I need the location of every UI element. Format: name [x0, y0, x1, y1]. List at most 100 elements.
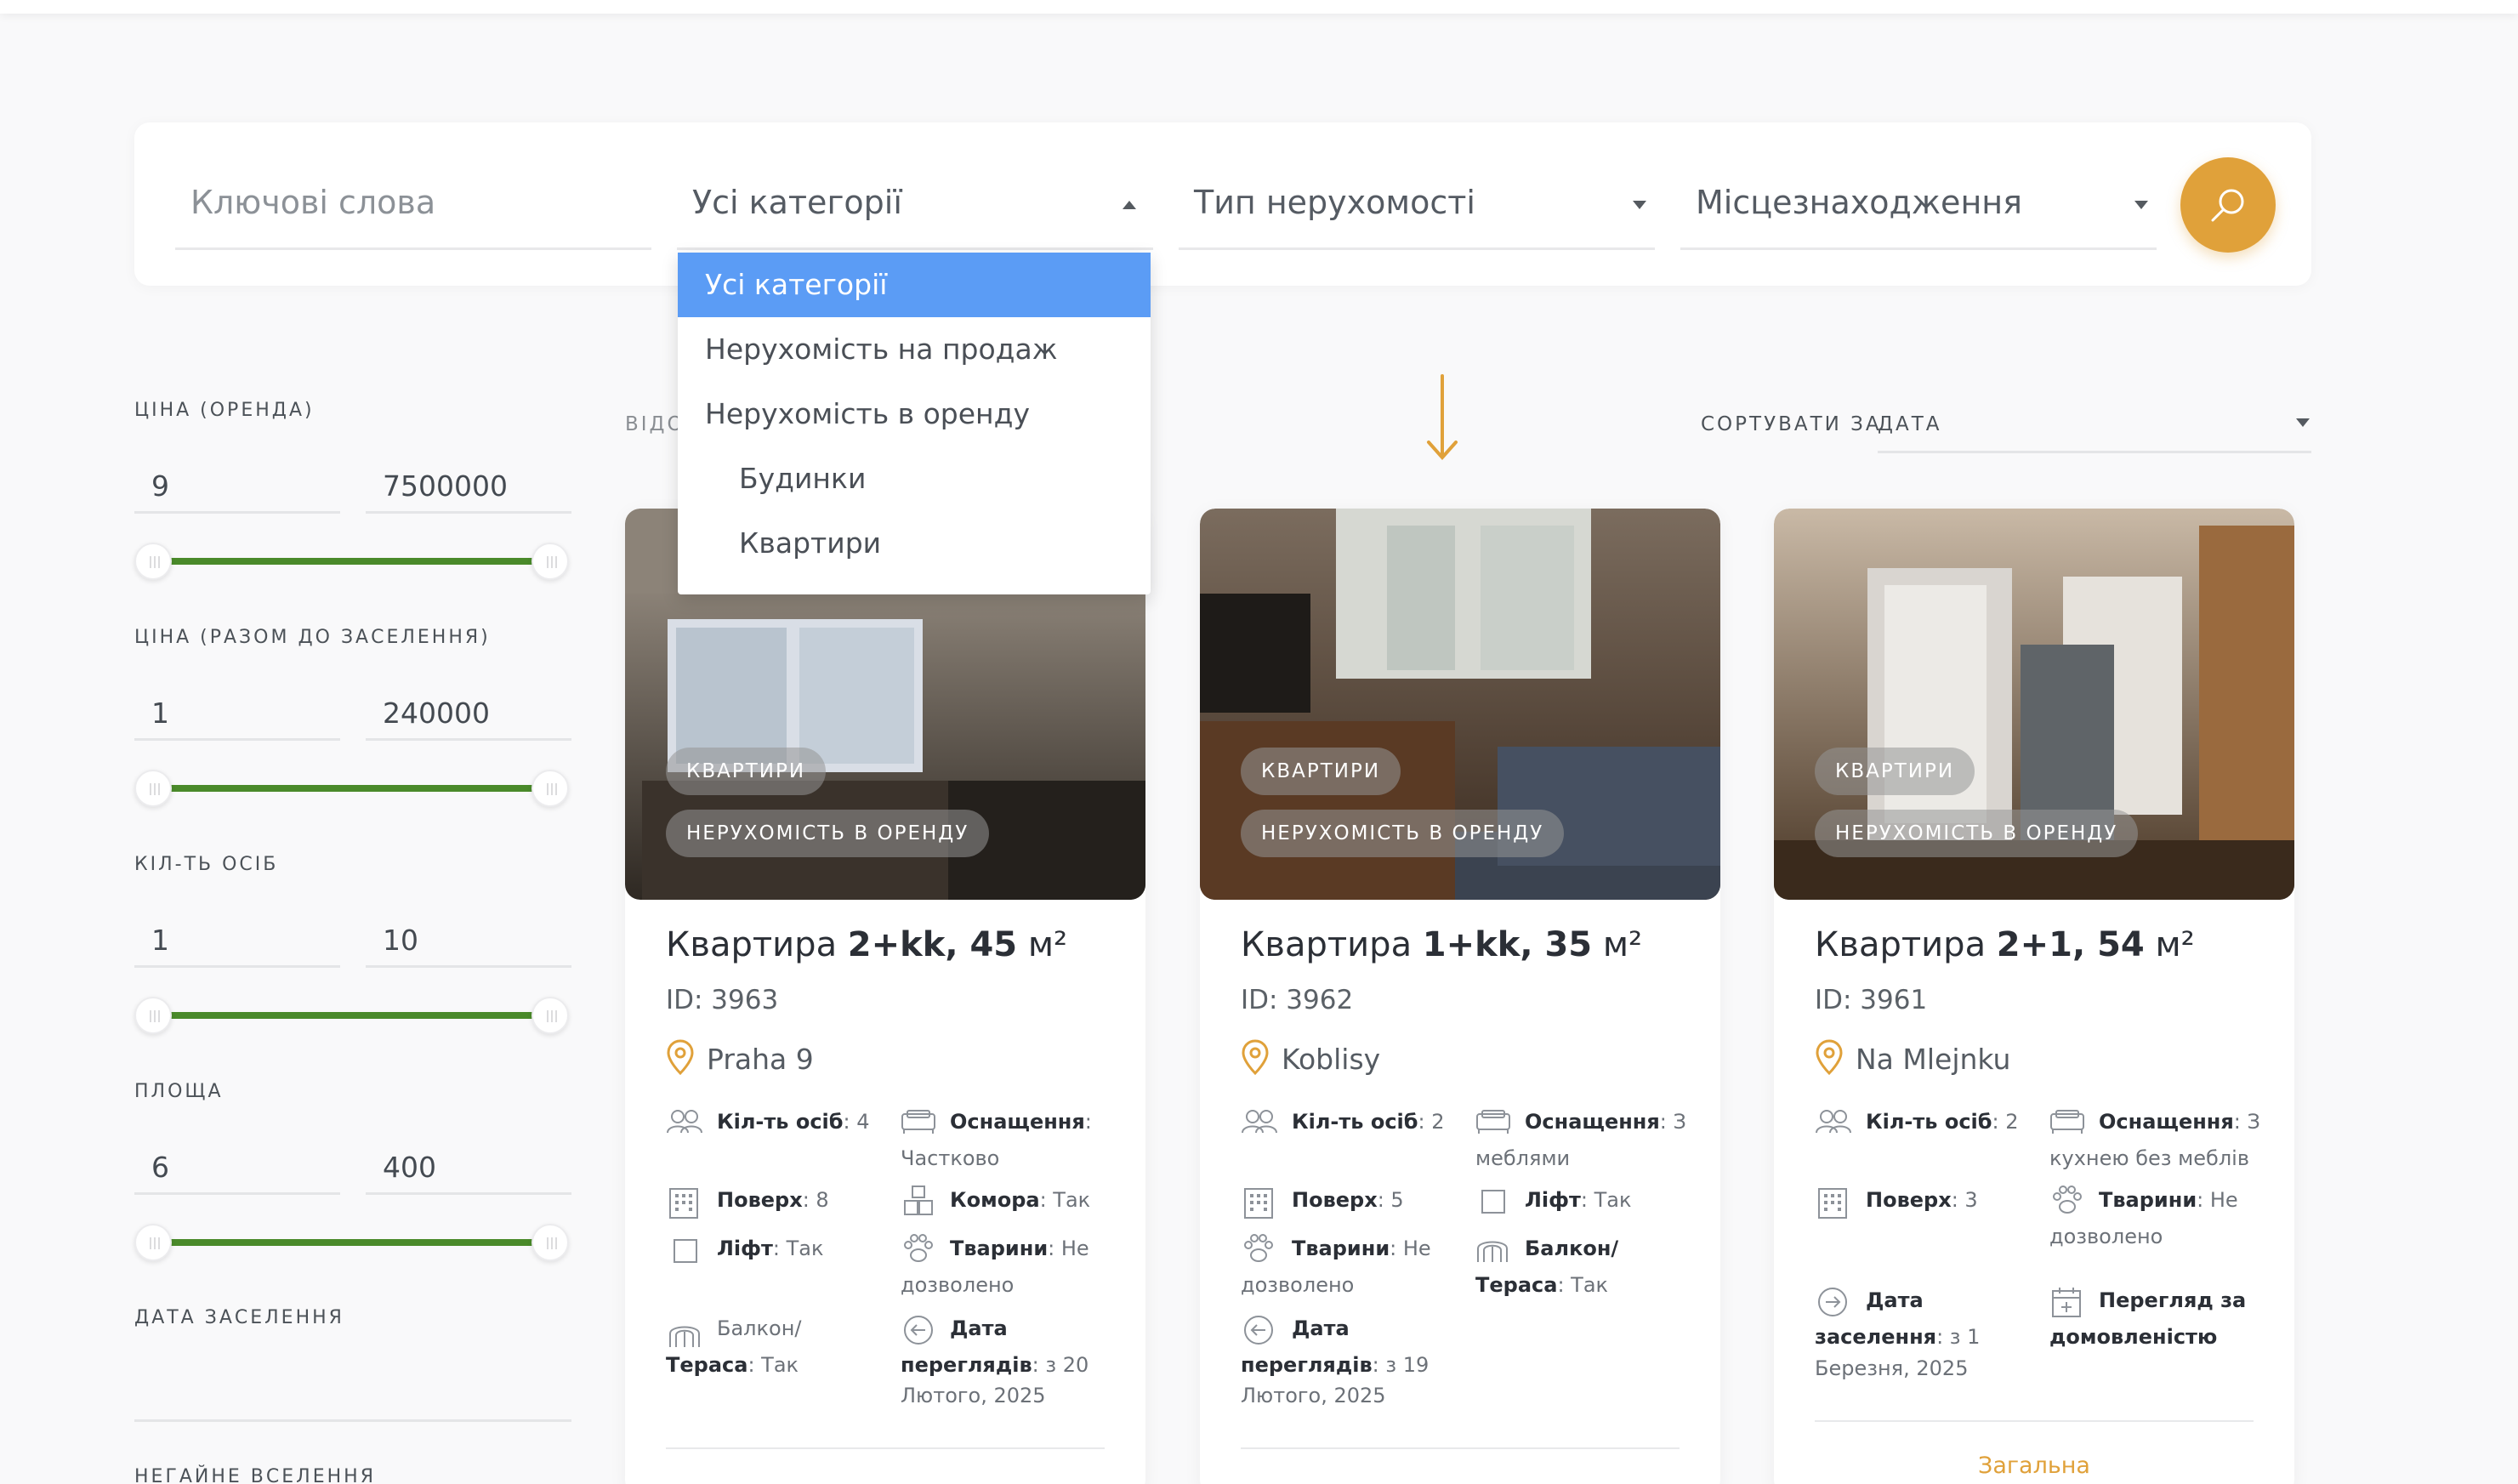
feature-balcony-value: Тераса: Так [1475, 1273, 1609, 1297]
area-min-handle[interactable] [134, 1224, 172, 1261]
bed-icon [2050, 1110, 2084, 1134]
dropdown-option-apartments[interactable]: Квартири [678, 511, 1151, 576]
area-min-input[interactable]: 6 [134, 1134, 340, 1195]
keywords-input[interactable]: Ключові слова [175, 122, 651, 250]
calendar-plus-icon [2052, 1288, 2081, 1317]
category-badge[interactable]: КВАРТИРИ [666, 748, 827, 795]
category-badge[interactable]: КВАРТИРИ [1815, 748, 1975, 795]
listing-title[interactable]: Квартира 2+kk, 45 м² [666, 925, 1067, 964]
property-type-value: Тип нерухомості [1194, 184, 1475, 221]
price-rent-max-handle[interactable] [531, 543, 569, 580]
location-select[interactable]: Місцезнаходження [1680, 122, 2157, 250]
price-total-max-input[interactable]: 240000 [366, 679, 571, 741]
building-icon [1818, 1188, 1847, 1219]
persons-max-handle[interactable] [531, 997, 569, 1034]
move-in-date-input[interactable] [134, 1419, 571, 1422]
balcony-arch-icon [669, 1326, 700, 1347]
listing-card[interactable]: КВАРТИРИ НЕРУХОМІСТЬ В ОРЕНДУ Квартира 2… [625, 509, 1145, 1484]
persons-max-input[interactable]: 10 [366, 907, 571, 968]
feature-equipment-value: меблями [1475, 1146, 1571, 1170]
price-rent-slider-track[interactable] [153, 558, 549, 565]
price-rent-min-input[interactable]: 9 [134, 452, 340, 514]
feature-move-in-date: Дата [1866, 1288, 1924, 1312]
feature-pets-value: дозволено [1241, 1273, 1355, 1297]
balcony-arch-icon [1477, 1241, 1508, 1262]
people-icon [1816, 1110, 1851, 1134]
area-max-input[interactable]: 400 [366, 1134, 571, 1195]
price-total-max-handle[interactable] [531, 770, 569, 807]
feature-equipment-value: Частково [901, 1146, 1000, 1170]
category-select[interactable]: Усі категорії [677, 122, 1153, 250]
listing-id: ID: 3962 [1241, 985, 1354, 1015]
immediate-move-in-label: НЕГАЙНЕ ВСЕЛЕННЯ [134, 1466, 376, 1484]
listing-location: Koblisy [1282, 1043, 1381, 1076]
feature-pets-value: дозволено [901, 1273, 1015, 1297]
sort-select[interactable]: ДАТА [1878, 413, 1942, 435]
feature-move-in-date-month: Березня, 2025 [1815, 1356, 1969, 1380]
listing-title[interactable]: Квартира 1+kk, 35 м² [1241, 925, 1642, 964]
location-pin-icon [667, 1039, 694, 1075]
dropdown-option-all[interactable]: Усі категорії [678, 253, 1151, 317]
storage-boxes-icon [904, 1185, 933, 1215]
feature-elevator: Ліфт: Так [717, 1237, 824, 1260]
type-badge[interactable]: НЕРУХОМІСТЬ В ОРЕНДУ [1241, 810, 1565, 857]
location-value: Місцезнаходження [1696, 184, 2022, 221]
price-total-min-input[interactable]: 1 [134, 679, 340, 741]
search-bar: Ключові слова Усі категорії Тип нерухомо… [134, 122, 2311, 286]
dropdown-option-houses[interactable]: Будинки [678, 446, 1151, 511]
price-rent-max-input[interactable]: 7500000 [366, 452, 571, 514]
arrow-left-circle-icon [1244, 1316, 1273, 1345]
feature-equipment-value: кухнею без меблів [2049, 1146, 2249, 1170]
persons-min-handle[interactable] [134, 997, 172, 1034]
building-icon [1244, 1188, 1273, 1219]
persons-min-input[interactable]: 1 [134, 907, 340, 968]
building-icon [669, 1188, 698, 1219]
area-slider-track[interactable] [153, 1239, 549, 1246]
price-total-min-handle[interactable] [134, 770, 172, 807]
listing-card[interactable]: КВАРТИРИ НЕРУХОМІСТЬ В ОРЕНДУ Квартира 2… [1774, 509, 2294, 1484]
dropdown-option-for-rent[interactable]: Нерухомість в оренду [678, 382, 1151, 446]
feature-viewing-date-month: Лютого, 2025 [901, 1384, 1046, 1407]
property-type-select[interactable]: Тип нерухомості [1179, 122, 1655, 250]
area-max-handle[interactable] [531, 1224, 569, 1261]
dropdown-option-for-sale[interactable]: Нерухомість на продаж [678, 317, 1151, 382]
bed-icon [1476, 1110, 1510, 1134]
feature-pets: Тварини: Не [2099, 1188, 2238, 1212]
feature-balcony-value: Тераса: Так [666, 1353, 799, 1377]
listing-photo[interactable]: КВАРТИРИ НЕРУХОМІСТЬ В ОРЕНДУ [1774, 509, 2294, 900]
listing-card[interactable]: КВАРТИРИ НЕРУХОМІСТЬ В ОРЕНДУ Квартира 1… [1200, 509, 1720, 1484]
price-total-slider-track[interactable] [153, 785, 549, 792]
listing-location: Na Mlejnku [1856, 1043, 2011, 1076]
listing-id: ID: 3961 [1815, 985, 1928, 1015]
general-tab-link[interactable]: Загальна [1774, 1453, 2294, 1479]
feature-balcony: Балкон/ [1525, 1237, 1619, 1260]
feature-viewing-date: Дата [950, 1316, 1008, 1340]
elevator-icon [674, 1239, 697, 1263]
arrow-right-circle-icon [1818, 1288, 1847, 1316]
elevator-icon [1481, 1190, 1505, 1214]
listing-title[interactable]: Квартира 2+1, 54 м² [1815, 925, 2195, 964]
persons-slider-track[interactable] [153, 1012, 549, 1019]
type-badge[interactable]: НЕРУХОМІСТЬ В ОРЕНДУ [1815, 810, 2139, 857]
bed-icon [901, 1110, 935, 1134]
price-rent-min-handle[interactable] [134, 543, 172, 580]
type-badge[interactable]: НЕРУХОМІСТЬ В ОРЕНДУ [666, 810, 990, 857]
sort-label: СОРТУВАТИ ЗА [1701, 413, 1882, 435]
search-button[interactable] [2180, 157, 2276, 253]
paw-icon [1244, 1234, 1273, 1262]
feature-viewing-by-appointment: Перегляд за [2099, 1288, 2247, 1312]
feature-persons: Кіл-ть осіб: 2 [1292, 1110, 1445, 1134]
feature-elevator: Ліфт: Так [1525, 1188, 1632, 1212]
arrow-left-circle-icon [904, 1316, 933, 1345]
feature-pets-value: дозволено [2049, 1225, 2163, 1248]
listing-photo[interactable]: КВАРТИРИ НЕРУХОМІСТЬ В ОРЕНДУ [1200, 509, 1720, 900]
location-pin-icon [1242, 1039, 1269, 1075]
feature-equipment: Оснащення: З [1525, 1110, 1686, 1134]
search-icon [2211, 189, 2244, 222]
feature-viewing-date: Дата [1292, 1316, 1350, 1340]
feature-viewing-date-month: Лютого, 2025 [1241, 1384, 1386, 1407]
category-badge[interactable]: КВАРТИРИ [1241, 748, 1401, 795]
feature-floor: Поверх: 3 [1866, 1188, 1978, 1212]
card-divider [1241, 1447, 1680, 1449]
feature-equipment: Оснащення: З [2099, 1110, 2260, 1134]
